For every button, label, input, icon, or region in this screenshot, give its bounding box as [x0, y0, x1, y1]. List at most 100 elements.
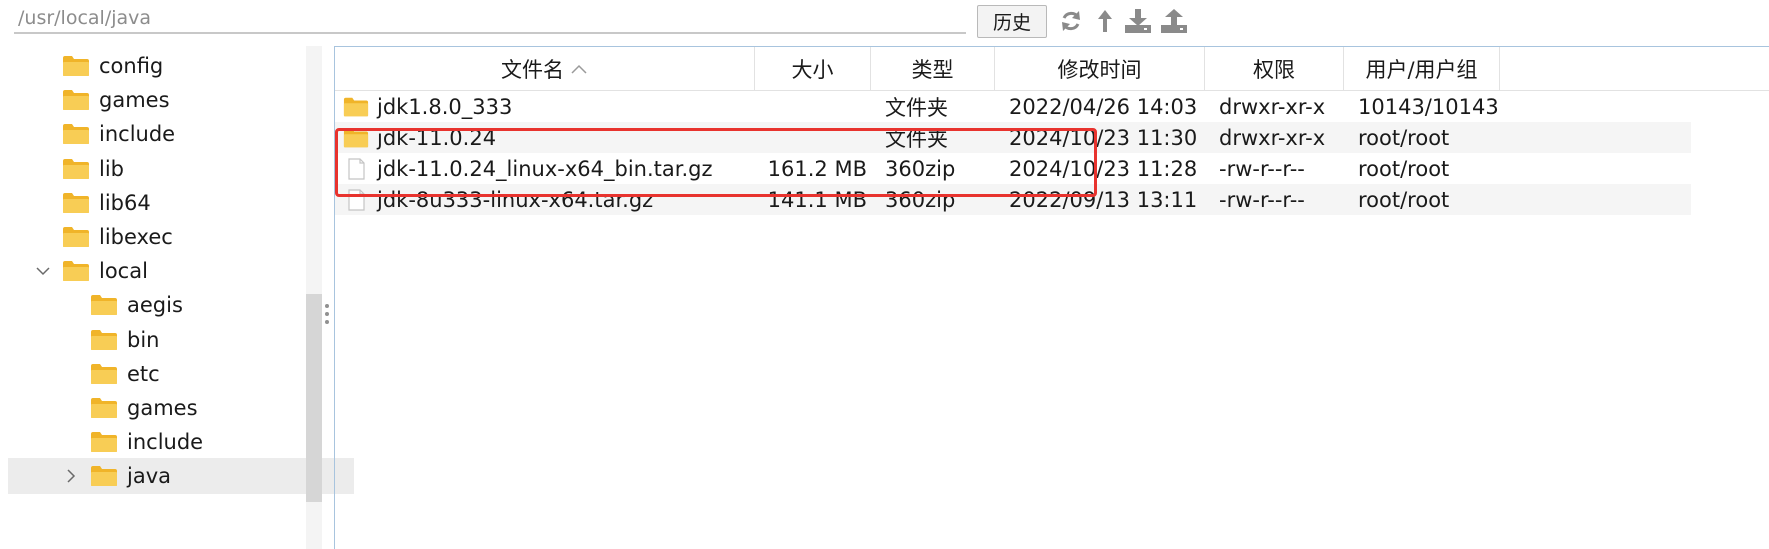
tree-item[interactable]: etc [90, 356, 160, 392]
tree-item[interactable]: include [90, 424, 203, 460]
file-modified-text: 2022/04/26 14:03 [1009, 94, 1198, 119]
file-modified: 2022/04/26 14:03 [1009, 91, 1197, 122]
file-name-cell: jdk-11.0.24_linux-x64_bin.tar.gz [343, 153, 743, 184]
tree-item[interactable]: games [62, 82, 170, 118]
download-icon[interactable] [1124, 8, 1152, 34]
tree-item[interactable]: games [90, 390, 198, 426]
column-header[interactable]: 文件名 [335, 47, 755, 90]
tree-item[interactable]: aegis [90, 287, 183, 323]
pane-splitter[interactable] [322, 300, 332, 340]
file-type: 360zip [885, 184, 955, 215]
history-button[interactable]: 历史 [977, 5, 1047, 38]
column-header-label: 文件名 [501, 57, 564, 82]
file-name: jdk-11.0.24_linux-x64_bin.tar.gz [377, 156, 713, 181]
table-row[interactable]: jdk1.8.0_333 文件夹 2022/04/26 14:03 drwxr-xr-… [335, 91, 1691, 122]
file-size: 161.2 MB [755, 153, 867, 184]
file-name: jdk-8u333-linux-x64.tar.gz [377, 187, 654, 212]
tree-scrollbar[interactable] [306, 46, 322, 549]
folder-icon [90, 363, 118, 385]
column-header[interactable]: 权限 [1205, 47, 1344, 90]
file-type-text: 360zip [885, 156, 956, 181]
tree-item-label: lib [99, 156, 124, 181]
file-size-text: 141.1 MB [767, 187, 867, 212]
file-type-text: 360zip [885, 187, 956, 212]
refresh-icon[interactable] [1058, 8, 1084, 34]
tree-item[interactable]: local [36, 253, 148, 289]
tree-item-label: local [99, 259, 148, 284]
file-icon [343, 157, 369, 180]
folder-icon [343, 96, 369, 118]
folder-icon [62, 89, 90, 111]
file-owner-text: root/root [1358, 156, 1450, 181]
column-header[interactable]: 类型 [871, 47, 995, 90]
folder-icon [90, 294, 118, 316]
file-owner: 10143/10143 [1358, 91, 1499, 122]
folder-icon [62, 260, 90, 282]
file-name-cell: jdk-8u333-linux-x64.tar.gz [343, 184, 743, 215]
parent-directory-icon[interactable] [1096, 8, 1114, 34]
tree-item-label: libexec [99, 225, 173, 249]
column-header-filler [1500, 47, 1600, 90]
file-permissions-text: drwxr-xr-x [1219, 125, 1326, 150]
chevron-right-icon[interactable] [63, 468, 79, 484]
tree-item[interactable]: lib64 [62, 185, 151, 221]
file-name: jdk-11.0.24 [377, 125, 497, 150]
folder-icon [62, 226, 90, 248]
folder-icon [90, 465, 118, 487]
file-type-text: 文件夹 [885, 95, 948, 120]
path-bar: 历史 [0, 0, 1769, 40]
file-icon [343, 188, 369, 211]
file-owner: root/root [1358, 122, 1449, 153]
file-size [755, 91, 867, 122]
column-header-label: 类型 [911, 57, 954, 82]
tree-item-label: games [99, 88, 170, 113]
file-name: jdk1.8.0_333 [377, 94, 513, 119]
table-row[interactable]: jdk-8u333-linux-x64.tar.gz 141.1 MB 360zip… [335, 184, 1691, 215]
tree-item[interactable]: include [62, 116, 175, 152]
column-header-label: 权限 [1253, 57, 1295, 82]
upload-icon[interactable] [1160, 8, 1188, 34]
folder-icon [343, 127, 369, 149]
file-size [755, 122, 867, 153]
folder-icon [62, 55, 90, 77]
file-size-text: 161.2 MB [767, 156, 867, 181]
file-permissions: drwxr-xr-x [1219, 91, 1325, 122]
file-modified: 2022/09/13 13:11 [1009, 184, 1197, 215]
tree-item[interactable]: bin [90, 322, 159, 358]
file-permissions-text: -rw-r--r-- [1219, 187, 1305, 212]
tree-item-label: bin [127, 327, 160, 352]
file-permissions-text: -rw-r--r-- [1219, 156, 1305, 181]
file-owner: root/root [1358, 153, 1449, 184]
file-type: 360zip [885, 153, 955, 184]
column-header-label: 用户/用户组 [1365, 57, 1478, 82]
tree-item-label: lib64 [99, 190, 151, 215]
tree-item[interactable]: libexec [62, 219, 173, 255]
tree-item-label: config [99, 54, 164, 78]
folder-icon [62, 192, 90, 214]
file-modified-text: 2022/09/13 13:11 [1009, 187, 1198, 212]
folder-icon [90, 431, 118, 453]
tree-item-label: aegis [127, 293, 183, 318]
tree-item-label: games [127, 396, 198, 420]
tree-item[interactable]: config [62, 48, 163, 84]
file-permissions: drwxr-xr-x [1219, 122, 1325, 153]
path-input[interactable] [14, 4, 966, 34]
file-owner-text: root/root [1358, 187, 1450, 212]
column-header[interactable]: 大小 [755, 47, 871, 90]
tree-item[interactable]: lib [62, 151, 124, 187]
column-header[interactable]: 用户/用户组 [1344, 47, 1500, 90]
file-owner-text: root/root [1358, 125, 1450, 150]
table-row[interactable]: jdk-11.0.24 文件夹 2024/10/23 11:30 drwxr-xr-x… [335, 122, 1691, 153]
chevron-down-icon[interactable] [35, 263, 51, 279]
tree-item-label: java [127, 464, 171, 489]
file-modified: 2024/10/23 11:30 [1009, 122, 1197, 153]
file-modified-text: 2024/10/23 11:28 [1009, 156, 1198, 181]
file-owner: root/root [1358, 184, 1449, 215]
table-row[interactable]: jdk-11.0.24_linux-x64_bin.tar.gz 161.2 MB… [335, 153, 1691, 184]
file-permissions: -rw-r--r-- [1219, 153, 1305, 184]
file-owner-text: 10143/10143 [1358, 94, 1499, 119]
tree-item[interactable]: java [8, 458, 354, 495]
table-header: 文件名 大小 类型 修改时间 权限 用户/用户组 [335, 47, 1769, 91]
tree-scrollbar-thumb[interactable] [306, 294, 322, 502]
column-header[interactable]: 修改时间 [995, 47, 1205, 90]
